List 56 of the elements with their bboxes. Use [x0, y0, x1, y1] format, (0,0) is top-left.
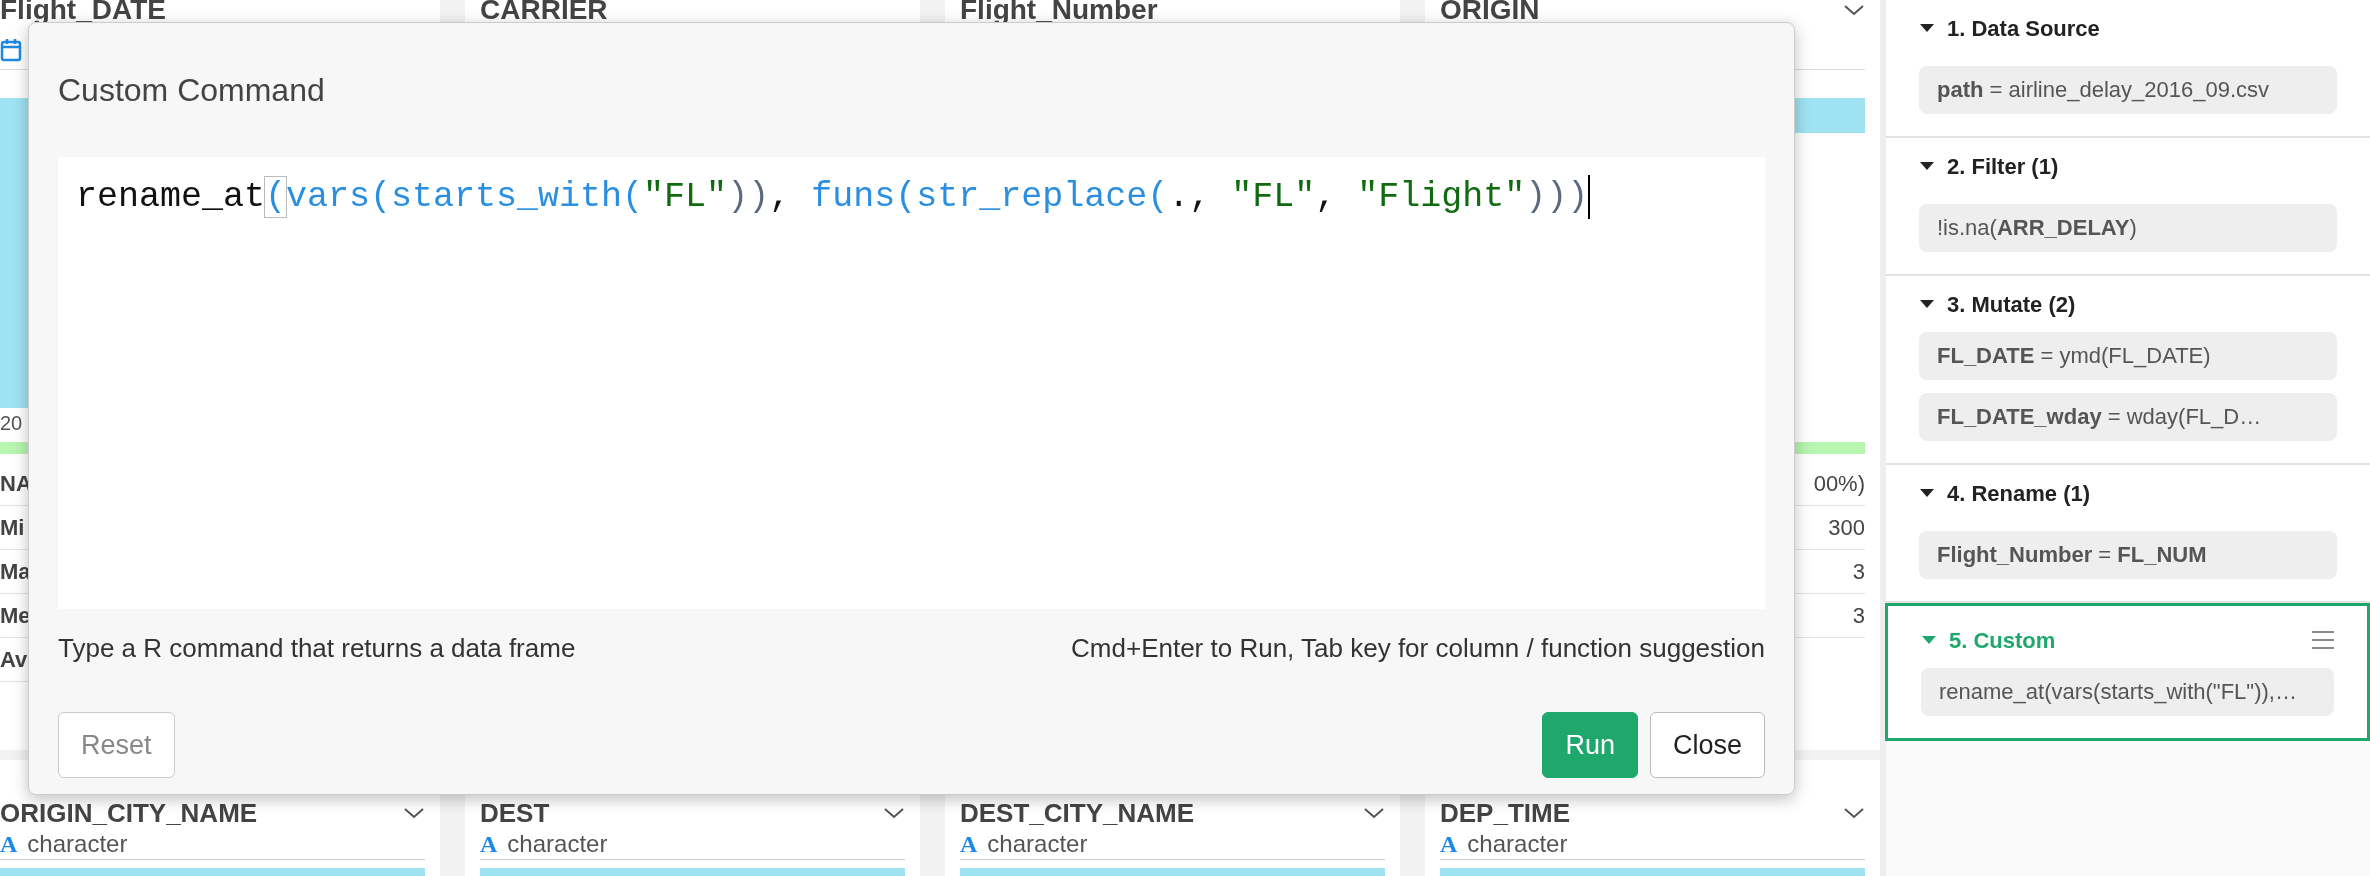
column-name: DEST_CITY_NAME [960, 798, 1195, 828]
chevron-down-icon[interactable] [883, 806, 905, 820]
text-type-icon: A [960, 826, 978, 862]
column-name: ORIGIN [1440, 0, 1540, 27]
chevron-down-icon[interactable] [1363, 806, 1385, 820]
hint-text: Type a R command that returns a data frame [58, 631, 576, 665]
text-type-icon: A [0, 826, 18, 862]
expand-triangle-icon[interactable] [1919, 160, 1935, 172]
stat-value: 3 [1852, 602, 1865, 630]
menu-icon[interactable] [2312, 631, 2334, 649]
code-editor[interactable]: rename_at(vars(starts_with("FL")), funs(str_replace(., "FL", "Flight"))) [58, 157, 1765, 609]
text-type-icon: A [1440, 826, 1458, 862]
step-item[interactable]: FL_DATE_wday = wday(FL_D… [1919, 393, 2337, 441]
reset-button[interactable]: Reset [58, 712, 175, 778]
stat-value: 300 [1828, 514, 1865, 542]
chevron-down-icon[interactable] [1843, 806, 1865, 820]
expand-triangle-icon[interactable] [1919, 22, 1935, 34]
dialog-title: Custom Command [58, 71, 325, 110]
step-title: 3. Mutate (2) [1947, 290, 2076, 319]
expand-triangle-icon[interactable] [1919, 298, 1935, 310]
step-item[interactable]: FL_DATE = ymd(FL_DATE) [1919, 332, 2337, 380]
column-type: character [987, 829, 1088, 859]
text-cursor [1588, 175, 1591, 219]
stat-value: 00%) [1813, 470, 1865, 498]
step-panel[interactable]: 4. Rename (1) Flight_Number = FL_NUM [1886, 465, 2370, 603]
step-panel[interactable]: 1. Data Source path = airline_delay_2016_09.csv [1886, 0, 2370, 138]
step-item[interactable]: path = airline_delay_2016_09.csv [1919, 66, 2337, 114]
column-name: DEST [480, 798, 550, 828]
expand-triangle-icon[interactable] [1919, 487, 1935, 499]
code-line: rename_at(vars(starts_with("FL")), funs(str_replace(., "FL", "Flight"))) [76, 175, 1589, 219]
close-button[interactable]: Close [1649, 712, 1765, 778]
axis-label: 20 [0, 411, 23, 436]
column-type: character [1467, 829, 1568, 859]
chevron-down-icon[interactable] [1843, 3, 1865, 17]
stat-label: Me [0, 602, 31, 630]
shortcut-hint: Cmd+Enter to Run, Tab key for column / function suggestion [1071, 631, 1765, 665]
text-type-icon: A [480, 826, 498, 862]
stat-value: 3 [1852, 558, 1865, 586]
step-panel[interactable]: 3. Mutate (2) FL_DATE = ymd(FL_DATE) FL_DATE_wday = wday(FL_D… [1886, 276, 2370, 465]
column-name: ORIGIN_CITY_NAME [0, 798, 258, 828]
step-title: 4. Rename (1) [1947, 479, 2091, 508]
column-name: DEP_TIME [1440, 798, 1571, 828]
step-panel[interactable]: 2. Filter (1) !is.na(ARR_DELAY) [1886, 138, 2370, 276]
step-panel[interactable]: 5. Custom rename_at(vars(starts_with("FL")),… [1885, 603, 2370, 741]
column-type: character [507, 829, 608, 859]
column-name: CARRIER [480, 0, 608, 27]
step-title: 2. Filter (1) [1947, 152, 2059, 181]
step-item[interactable]: Flight_Number = FL_NUM [1919, 531, 2337, 579]
step-item[interactable]: !is.na(ARR_DELAY) [1919, 204, 2337, 252]
stat-label: Mi [0, 514, 25, 542]
step-item[interactable]: rename_at(vars(starts_with("FL")),… [1921, 668, 2334, 716]
step-title: 1. Data Source [1947, 14, 2100, 43]
stat-label: Av [0, 646, 28, 674]
step-title: 5. Custom [1949, 626, 2056, 655]
chevron-down-icon[interactable] [403, 806, 425, 820]
column-type: character [27, 829, 128, 859]
